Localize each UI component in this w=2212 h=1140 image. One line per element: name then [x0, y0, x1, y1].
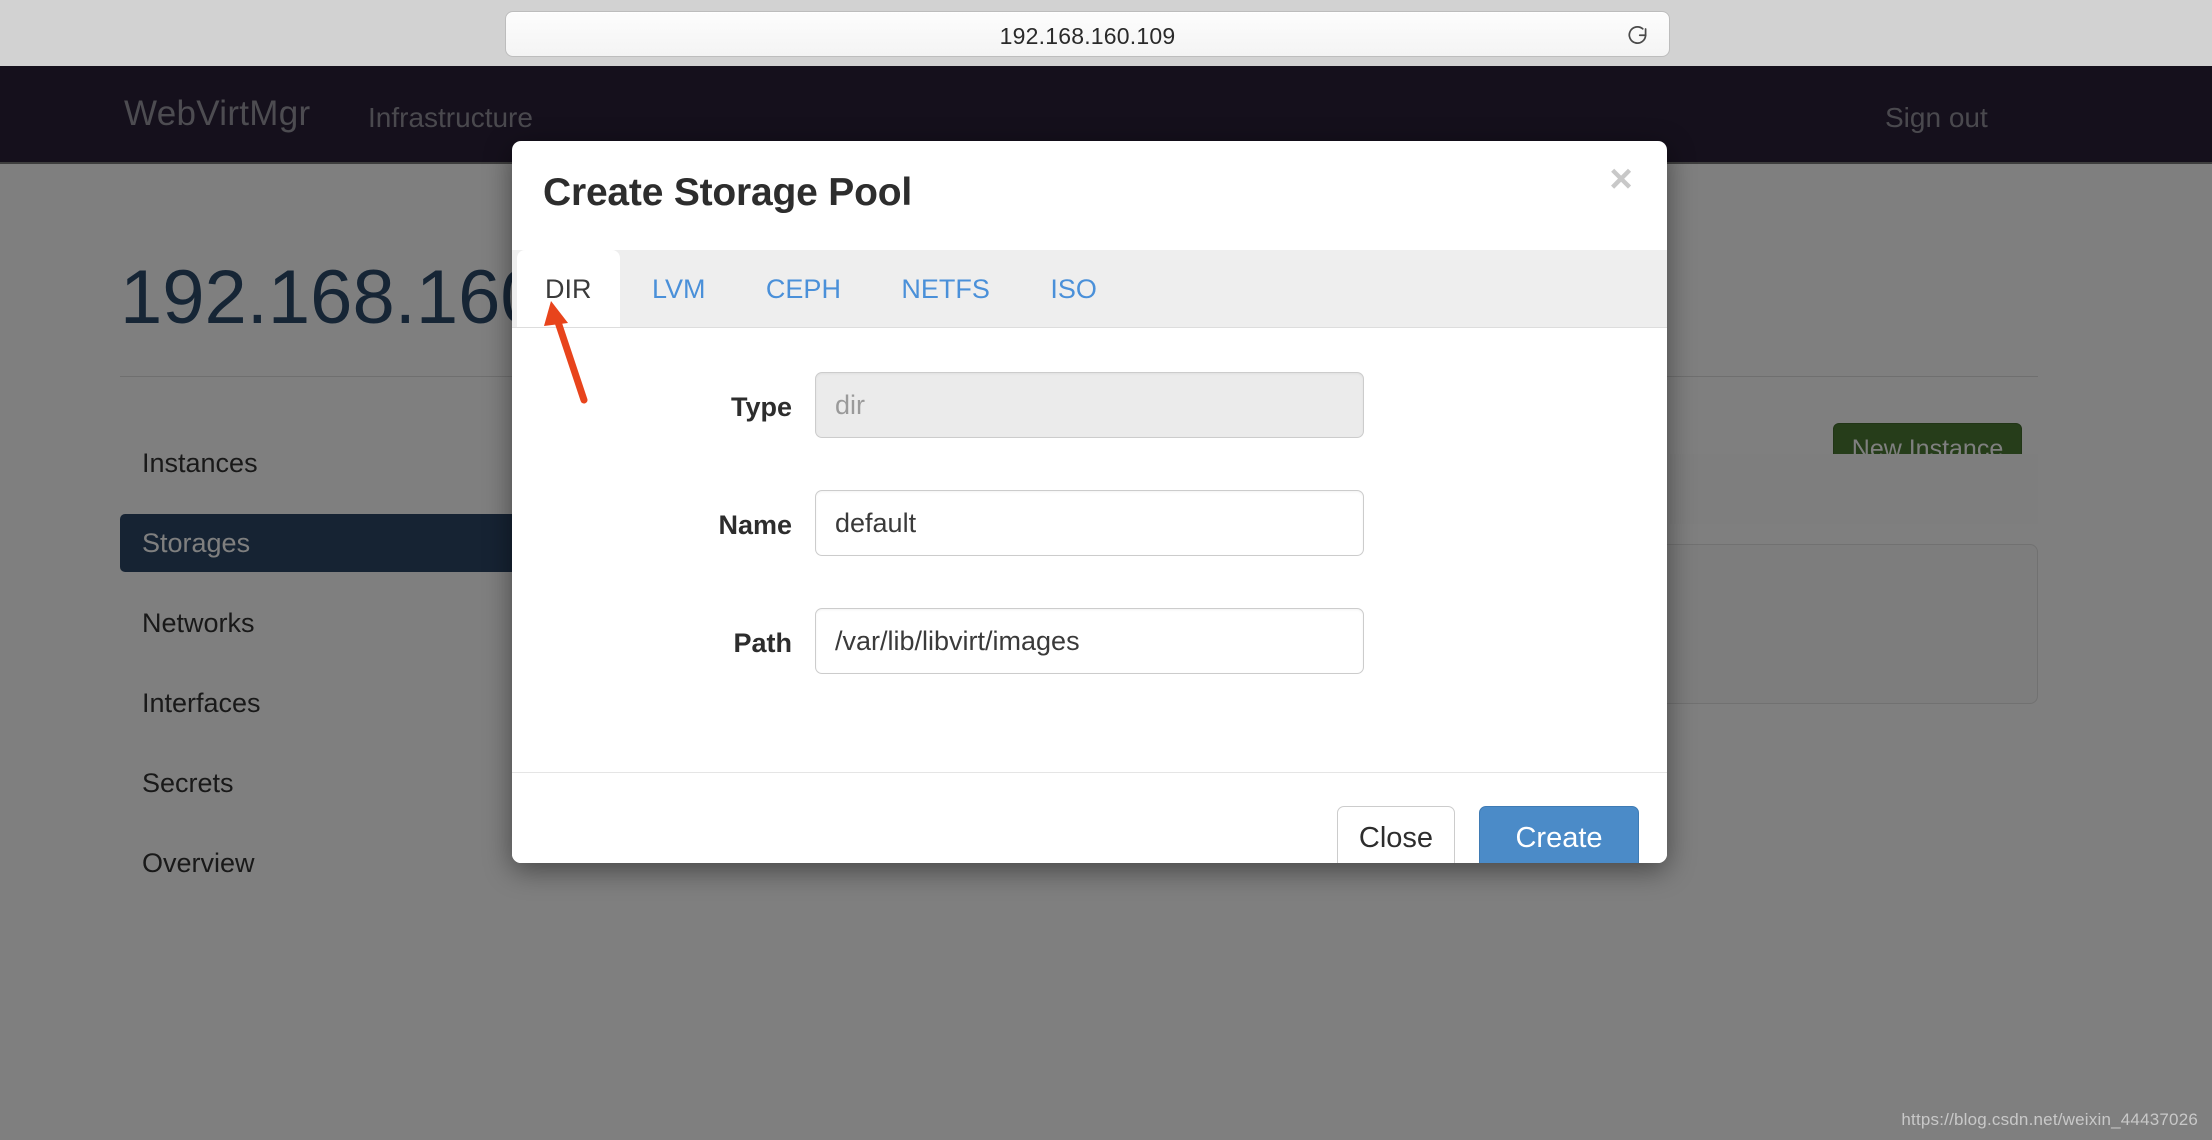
form-row-path: Path — [512, 608, 1667, 682]
tab-dir[interactable]: DIR — [517, 250, 620, 328]
modal-footer: Close Create — [512, 772, 1667, 863]
address-bar-url: 192.168.160.109 — [999, 23, 1176, 49]
close-icon[interactable]: × — [1599, 157, 1643, 201]
tab-lvm[interactable]: LVM — [624, 250, 734, 328]
modal-body: Type Name Path — [512, 372, 1667, 772]
create-storage-pool-modal: Create Storage Pool × DIR LVM CEPH NETFS… — [512, 141, 1667, 863]
type-input — [815, 372, 1364, 438]
path-input[interactable] — [815, 608, 1364, 674]
tab-netfs[interactable]: NETFS — [873, 250, 1018, 328]
form-row-name: Name — [512, 490, 1667, 564]
browser-chrome: 192.168.160.109 — [0, 0, 2212, 66]
close-button[interactable]: Close — [1337, 806, 1455, 863]
form-row-type: Type — [512, 372, 1667, 446]
name-label: Name — [718, 510, 792, 540]
screenshot-root: 192.168.160.109 WebVirtMgr Infrastructur… — [0, 0, 2212, 1140]
name-input[interactable] — [815, 490, 1364, 556]
modal-header: Create Storage Pool × — [512, 141, 1667, 250]
type-label: Type — [730, 392, 792, 422]
storage-type-tabs: DIR LVM CEPH NETFS ISO — [512, 250, 1667, 328]
path-label: Path — [733, 628, 792, 658]
reload-icon[interactable] — [1625, 22, 1651, 48]
tab-ceph[interactable]: CEPH — [738, 250, 869, 328]
address-bar[interactable]: 192.168.160.109 — [505, 11, 1670, 57]
modal-title: Create Storage Pool — [543, 171, 912, 214]
tab-iso[interactable]: ISO — [1022, 250, 1125, 328]
create-button[interactable]: Create — [1479, 806, 1639, 863]
watermark: https://blog.csdn.net/weixin_44437026 — [1901, 1110, 2198, 1129]
